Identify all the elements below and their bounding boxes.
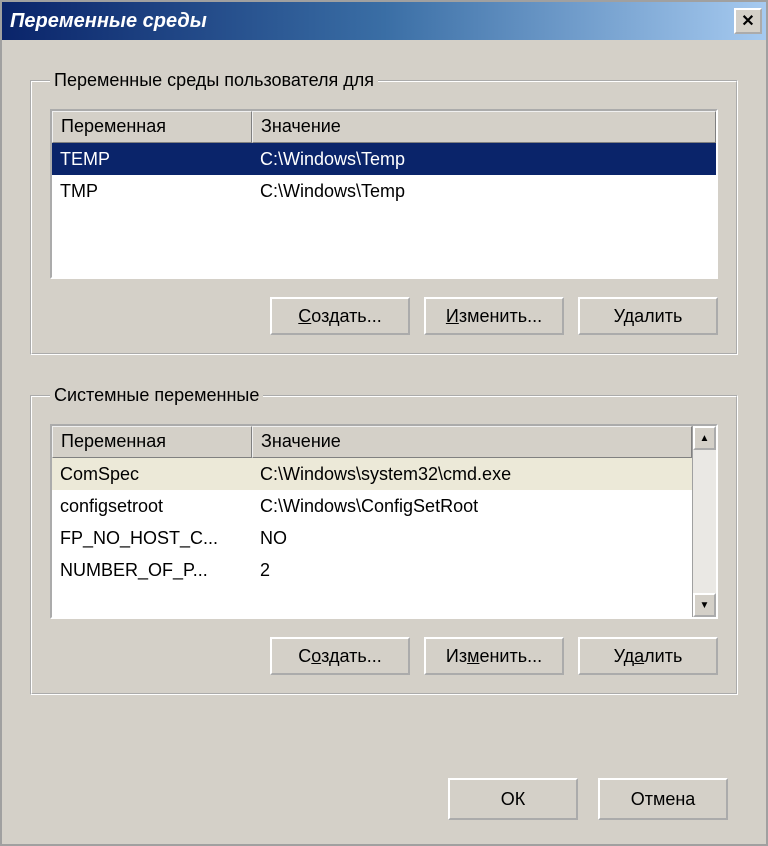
chevron-up-icon: ▲ [700,433,710,444]
system-col-value[interactable]: Значение [252,426,692,458]
close-button[interactable]: ✕ [734,8,762,34]
titlebar: Переменные среды ✕ [2,2,766,40]
system-delete-button[interactable]: Удалить [578,637,718,675]
cell-value: C:\Windows\system32\cmd.exe [252,462,692,487]
user-group-legend: Переменные среды пользователя для [50,70,378,91]
table-row[interactable]: ComSpec C:\Windows\system32\cmd.exe [52,458,692,490]
table-row[interactable]: TMP C:\Windows\Temp [52,175,716,207]
ok-button[interactable]: ОК [448,778,578,820]
window-title: Переменные среды [10,10,207,33]
btn-label: зменить... [459,306,542,326]
cancel-button[interactable]: Отмена [598,778,728,820]
system-table-body: Переменная Значение ComSpec C:\Windows\s… [52,426,692,617]
system-col-variable[interactable]: Переменная [52,426,252,458]
system-button-row: Создать... Изменить... Удалить [50,637,718,675]
cell-value: NO [252,526,692,551]
table-row[interactable]: FP_NO_HOST_C... NO [52,522,692,554]
user-button-row: Создать... Изменить... Удалить [50,297,718,335]
cell-value: 2 [252,558,692,583]
btn-label: оздать... [311,306,381,326]
chevron-down-icon: ▼ [700,600,710,611]
cell-variable: configsetroot [52,494,252,519]
cell-variable: TMP [52,179,252,204]
dialog-button-row: ОК Отмена [30,778,738,826]
table-row[interactable]: configsetroot C:\Windows\ConfigSetRoot [52,490,692,522]
user-edit-button[interactable]: Изменить... [424,297,564,335]
user-variables-table: Переменная Значение TEMP C:\Windows\Temp… [50,109,718,279]
system-scrollbar[interactable]: ▲ ▼ [692,426,716,617]
cell-value: C:\Windows\Temp [252,147,716,172]
btn-label: лить [644,646,682,666]
user-table-body: Переменная Значение TEMP C:\Windows\Temp… [52,111,716,277]
close-icon: ✕ [741,11,754,31]
cell-variable: FP_NO_HOST_C... [52,526,252,551]
cell-value: C:\Windows\ConfigSetRoot [252,494,692,519]
system-variables-group: Системные переменные Переменная Значение… [30,385,738,695]
dialog-window: Переменные среды ✕ Переменные среды поль… [0,0,768,846]
cell-variable: TEMP [52,147,252,172]
dialog-content: Переменные среды пользователя для Переме… [2,40,766,844]
scroll-up-button[interactable]: ▲ [693,426,716,450]
btn-label: енить... [479,646,542,666]
user-col-value[interactable]: Значение [252,111,716,143]
user-col-variable[interactable]: Переменная [52,111,252,143]
cell-variable: NUMBER_OF_P... [52,558,252,583]
cell-value: C:\Windows\Temp [252,179,716,204]
cell-variable: ComSpec [52,462,252,487]
user-create-button[interactable]: Создать... [270,297,410,335]
scroll-track[interactable] [693,450,716,593]
user-table-rows: TEMP C:\Windows\Temp TMP C:\Windows\Temp [52,143,716,277]
system-create-button[interactable]: Создать... [270,637,410,675]
user-variables-group: Переменные среды пользователя для Переме… [30,70,738,355]
system-table-rows: ComSpec C:\Windows\system32\cmd.exe conf… [52,458,692,617]
btn-label: здать... [321,646,382,666]
system-edit-button[interactable]: Изменить... [424,637,564,675]
table-row[interactable]: TEMP C:\Windows\Temp [52,143,716,175]
system-variables-table: Переменная Значение ComSpec C:\Windows\s… [50,424,718,619]
system-table-header: Переменная Значение [52,426,692,458]
system-group-legend: Системные переменные [50,385,263,406]
table-row[interactable]: NUMBER_OF_P... 2 [52,554,692,586]
user-table-header: Переменная Значение [52,111,716,143]
scroll-down-button[interactable]: ▼ [693,593,716,617]
user-delete-button[interactable]: Удалить [578,297,718,335]
